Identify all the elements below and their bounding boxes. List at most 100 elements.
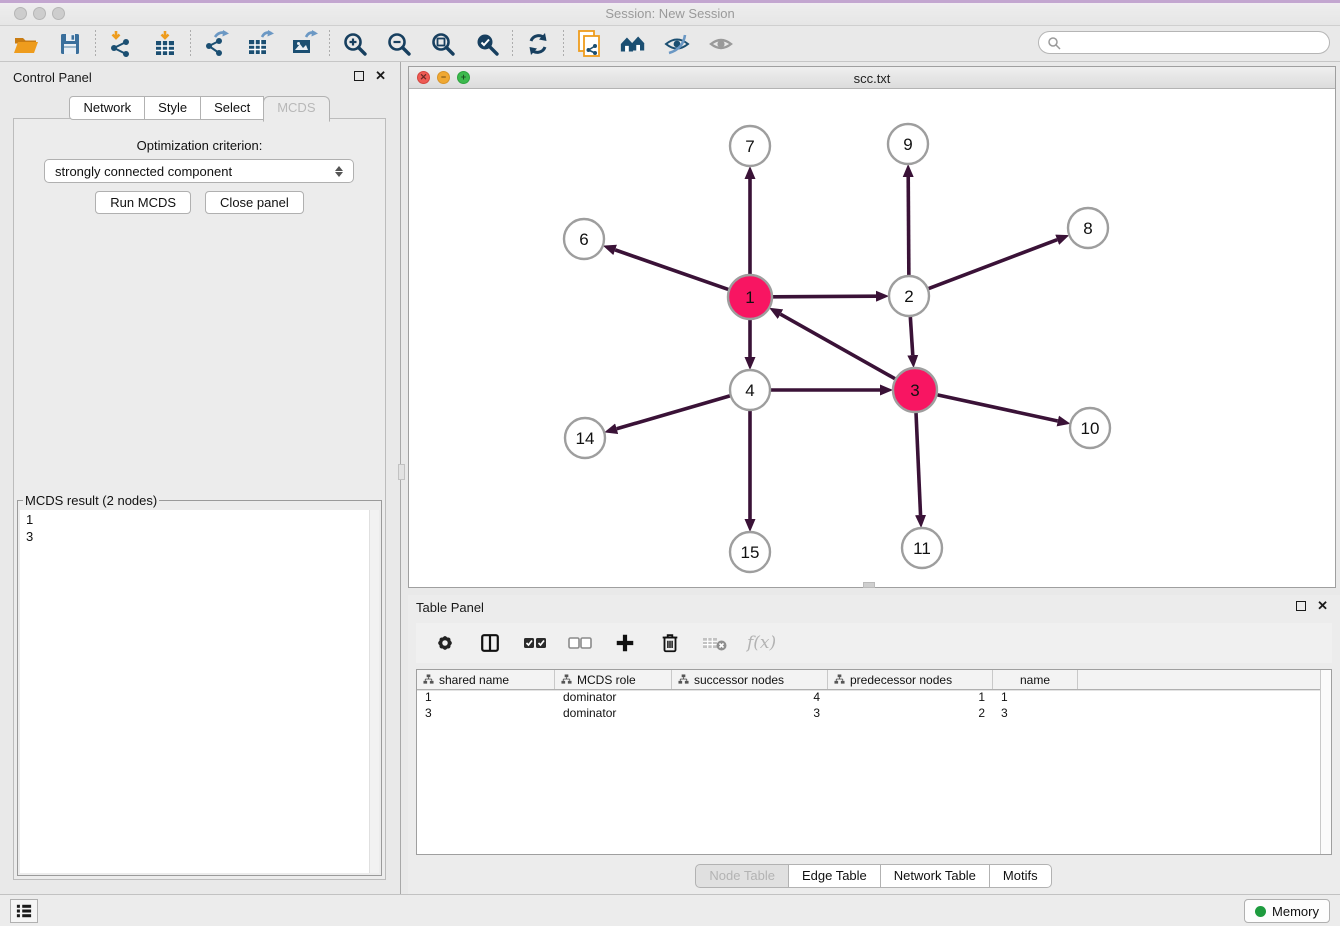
zoom-selected-icon[interactable] bbox=[473, 30, 501, 58]
column-header-MCDS-role[interactable]: MCDS role bbox=[555, 670, 672, 689]
clone-network-icon[interactable] bbox=[575, 30, 603, 58]
export-image-icon[interactable] bbox=[290, 30, 318, 58]
svg-text:9: 9 bbox=[903, 135, 912, 154]
delete-table-icon[interactable] bbox=[702, 630, 728, 656]
select-all-icon[interactable] bbox=[522, 630, 548, 656]
table-options-icon[interactable] bbox=[432, 630, 458, 656]
node-7[interactable]: 7 bbox=[730, 126, 770, 166]
delete-row-icon[interactable] bbox=[657, 630, 683, 656]
edge-2-8[interactable] bbox=[929, 240, 1058, 289]
refresh-icon[interactable] bbox=[524, 30, 552, 58]
node-8[interactable]: 8 bbox=[1068, 208, 1108, 248]
tab-edge-table[interactable]: Edge Table bbox=[788, 864, 881, 888]
node-14[interactable]: 14 bbox=[565, 418, 605, 458]
tab-mcds[interactable]: MCDS bbox=[263, 96, 329, 122]
close-panel-icon[interactable]: ✕ bbox=[375, 71, 386, 81]
node-6[interactable]: 6 bbox=[564, 219, 604, 259]
memory-button[interactable]: Memory bbox=[1244, 899, 1330, 923]
main-toolbar bbox=[0, 26, 1340, 62]
close-panel-button[interactable]: Close panel bbox=[205, 191, 304, 214]
svg-text:4: 4 bbox=[745, 381, 754, 400]
table-scrollbar[interactable] bbox=[1320, 670, 1331, 854]
tab-network[interactable]: Network bbox=[69, 96, 145, 120]
memory-status-icon bbox=[1255, 906, 1266, 917]
node-4[interactable]: 4 bbox=[730, 370, 770, 410]
node-9[interactable]: 9 bbox=[888, 124, 928, 164]
add-row-icon[interactable] bbox=[612, 630, 638, 656]
edge-1-6[interactable] bbox=[615, 250, 728, 290]
node-10[interactable]: 10 bbox=[1070, 408, 1110, 448]
table-cell[interactable]: 1 bbox=[993, 690, 1078, 706]
zoom-in-icon[interactable] bbox=[341, 30, 369, 58]
table-row[interactable]: 3dominator323 bbox=[417, 706, 1331, 722]
tab-select[interactable]: Select bbox=[200, 96, 264, 120]
table-cell[interactable]: 1 bbox=[417, 690, 555, 706]
node-2[interactable]: 2 bbox=[889, 276, 929, 316]
toolbar-separator bbox=[329, 30, 330, 58]
first-neighbors-icon[interactable] bbox=[619, 30, 647, 58]
tab-style[interactable]: Style bbox=[144, 96, 201, 120]
table-row[interactable]: 1dominator411 bbox=[417, 690, 1331, 706]
function-builder-icon[interactable]: f(x) bbox=[747, 633, 776, 653]
column-view-icon[interactable] bbox=[477, 630, 503, 656]
tab-node-table[interactable]: Node Table bbox=[695, 864, 789, 888]
control-panel-title: Control Panel bbox=[13, 70, 92, 85]
zoom-out-icon[interactable] bbox=[385, 30, 413, 58]
table-cell[interactable]: 3 bbox=[672, 706, 828, 722]
column-header-successor-nodes[interactable]: successor nodes bbox=[672, 670, 828, 689]
hierarchy-icon bbox=[834, 674, 845, 685]
export-table-icon[interactable] bbox=[246, 30, 274, 58]
column-header-predecessor-nodes[interactable]: predecessor nodes bbox=[828, 670, 993, 689]
network-window-titlebar[interactable]: ✕ − + scc.txt bbox=[409, 67, 1335, 89]
float-panel-icon[interactable] bbox=[354, 71, 364, 81]
tab-network-table[interactable]: Network Table bbox=[880, 864, 990, 888]
task-history-button[interactable] bbox=[10, 899, 38, 923]
table-cell[interactable]: 4 bbox=[672, 690, 828, 706]
zoom-fit-icon[interactable] bbox=[429, 30, 457, 58]
export-network-icon[interactable] bbox=[202, 30, 230, 58]
hide-selected-icon[interactable] bbox=[663, 30, 691, 58]
tab-motifs[interactable]: Motifs bbox=[989, 864, 1052, 888]
result-scrollbar[interactable] bbox=[369, 510, 379, 873]
optimization-criterion-select[interactable]: strongly connected component bbox=[44, 159, 354, 183]
edge-1-2[interactable] bbox=[773, 296, 876, 297]
show-all-icon[interactable] bbox=[707, 30, 735, 58]
edge-3-1[interactable] bbox=[780, 314, 894, 379]
hierarchy-icon bbox=[561, 674, 572, 685]
window-resize-grip[interactable] bbox=[863, 582, 875, 588]
application-window: Session: New Session bbox=[0, 0, 1340, 926]
network-graph[interactable]: 7 9 6 8 1 2 4 3 14 10 15 11 bbox=[409, 89, 1335, 587]
column-header-name[interactable]: name bbox=[993, 670, 1078, 689]
import-network-icon[interactable] bbox=[107, 30, 135, 58]
svg-text:6: 6 bbox=[579, 230, 588, 249]
node-3[interactable]: 3 bbox=[893, 368, 937, 412]
table-cell[interactable]: 2 bbox=[828, 706, 993, 722]
run-mcds-button[interactable]: Run MCDS bbox=[95, 191, 191, 214]
save-session-icon[interactable] bbox=[56, 30, 84, 58]
mcds-result-area[interactable]: 1 3 bbox=[20, 510, 379, 873]
search-input[interactable] bbox=[1061, 35, 1321, 50]
edge-3-11[interactable] bbox=[916, 413, 921, 515]
table-cell[interactable]: dominator bbox=[555, 706, 672, 722]
open-session-icon[interactable] bbox=[12, 30, 40, 58]
edge-3-10[interactable] bbox=[937, 395, 1057, 421]
panel-splitter-handle[interactable] bbox=[398, 464, 405, 480]
edge-2-9[interactable] bbox=[908, 177, 909, 275]
edge-2-3[interactable] bbox=[910, 317, 912, 355]
edge-4-14[interactable] bbox=[617, 396, 730, 429]
float-table-panel-icon[interactable] bbox=[1296, 601, 1306, 611]
table-cell[interactable]: 1 bbox=[828, 690, 993, 706]
node-1[interactable]: 1 bbox=[728, 275, 772, 319]
node-15[interactable]: 15 bbox=[730, 532, 770, 572]
node-11[interactable]: 11 bbox=[902, 528, 942, 568]
close-table-panel-icon[interactable]: ✕ bbox=[1317, 601, 1328, 611]
table-cell[interactable]: 3 bbox=[417, 706, 555, 722]
node-table[interactable]: shared nameMCDS rolesuccessor nodesprede… bbox=[416, 669, 1332, 855]
table-cell[interactable]: dominator bbox=[555, 690, 672, 706]
search-field[interactable] bbox=[1038, 31, 1330, 54]
column-header-shared-name[interactable]: shared name bbox=[417, 670, 555, 689]
deselect-all-icon[interactable] bbox=[567, 630, 593, 656]
network-view-window: ✕ − + scc.txt 7 9 6 8 1 2 4 3 14 10 15 11 bbox=[408, 66, 1336, 588]
table-cell[interactable]: 3 bbox=[993, 706, 1078, 722]
import-table-icon[interactable] bbox=[151, 30, 179, 58]
